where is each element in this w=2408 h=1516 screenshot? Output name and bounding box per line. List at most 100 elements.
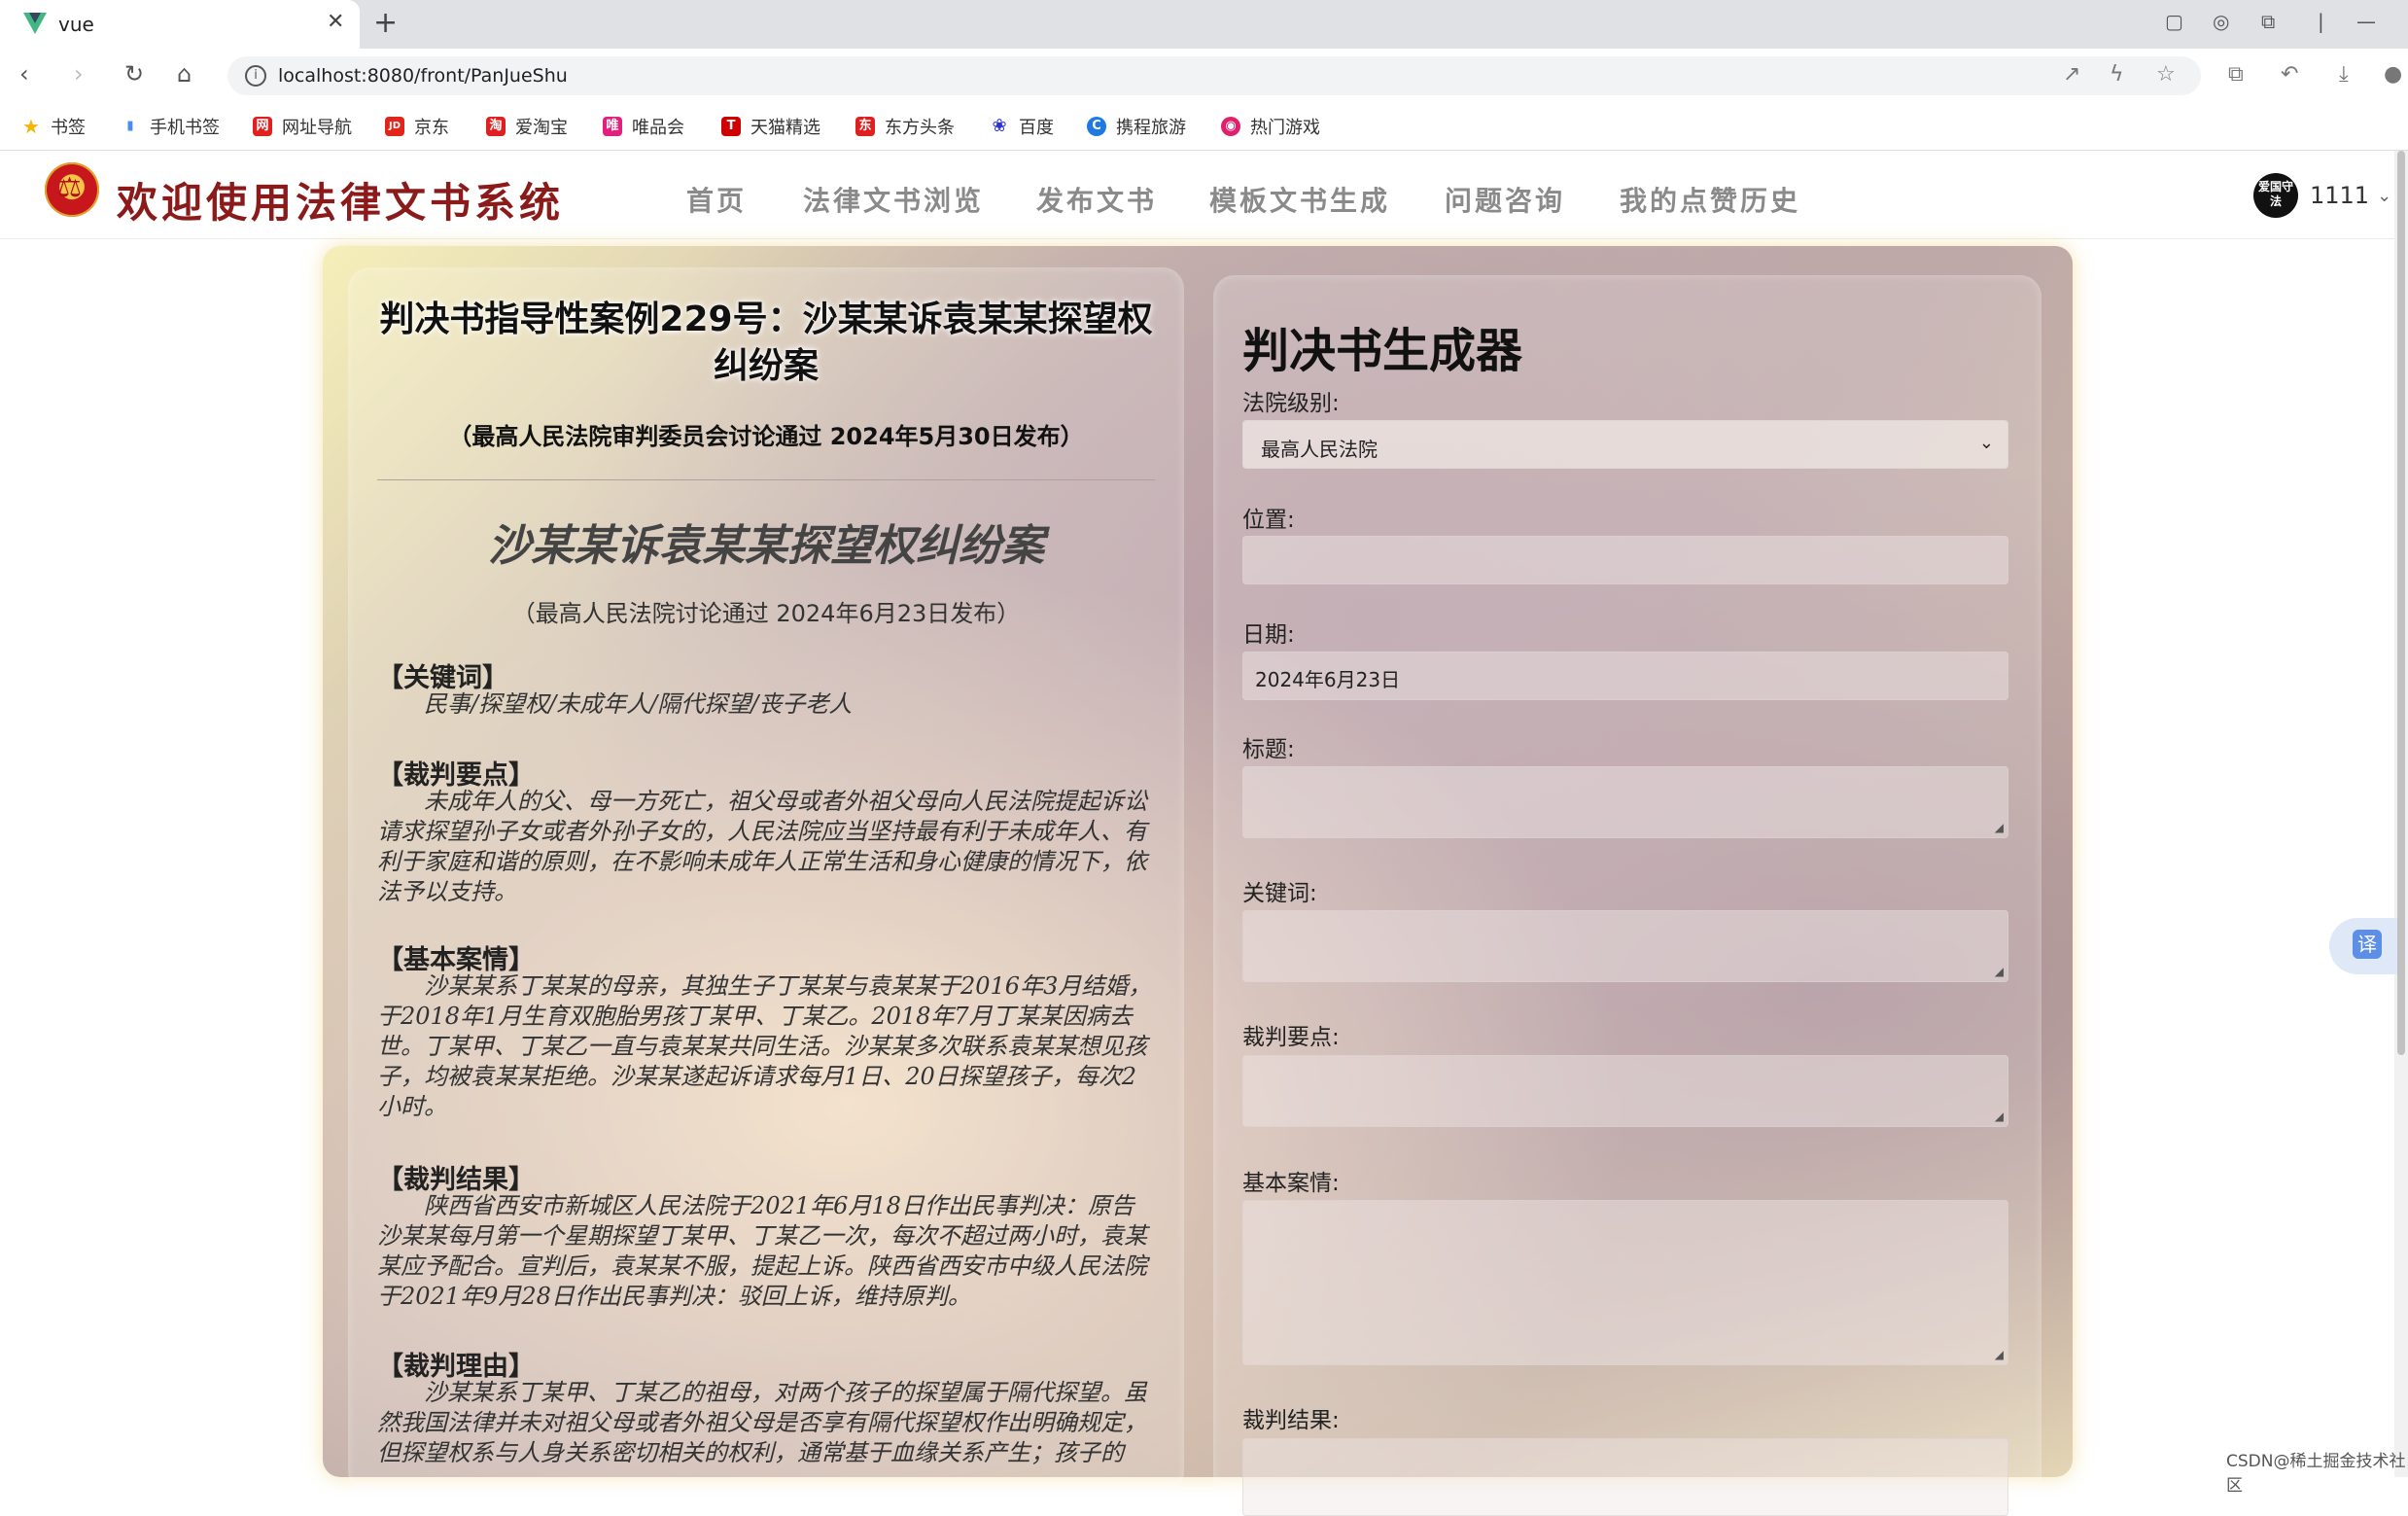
mobile-bookmark-icon: ▮ [126, 119, 134, 133]
section-text: 沙某某系丁某某的母亲，其独生子丁某某与袁某某于2016年3月结婚，于2018年1… [377, 972, 1152, 1120]
location-input[interactable] [1242, 536, 2008, 584]
bookmark-label: 携程旅游 [1116, 118, 1186, 138]
generator-title: 判决书生成器 [1242, 324, 1523, 378]
share-icon[interactable]: ↗ [2063, 62, 2080, 87]
watermark: CSDN@稀土掘金技术社区 [2226, 1452, 2406, 1496]
username[interactable]: 1111 [2310, 182, 2369, 209]
facts-textarea[interactable]: ◢ [1242, 1200, 2008, 1365]
section-text: 陕西省西安市新城区人民法院于2021年6月18日作出民事判决：原告沙某某每月第一… [377, 1192, 1147, 1310]
separator: | [2318, 10, 2324, 33]
bookmark-star-icon: ★ [22, 115, 40, 138]
reload-icon[interactable]: ↻ [124, 60, 144, 88]
section-text: 沙某某系丁某甲、丁某乙的祖母，对两个孩子的探望属于隔代探望。虽然我国法律并未对祖… [377, 1379, 1147, 1466]
lightning-icon[interactable]: ϟ [2110, 62, 2124, 87]
result-label: 裁判结果: [1242, 1408, 1340, 1433]
bookmark-label: 天猫精选 [750, 118, 820, 138]
points-label: 裁判要点: [1242, 1025, 1340, 1050]
ctrip-icon: C [1087, 117, 1106, 136]
tab-close-icon[interactable]: ✕ [327, 10, 344, 34]
keywords-label: 关键词: [1242, 881, 1317, 906]
bookmark-label: 东方头条 [885, 118, 955, 138]
main-panel: 判决书指导性案例229号：沙某某诉袁某某探望权纠纷案 （最高人民法院审判委员会讨… [323, 246, 2073, 1516]
back-icon[interactable]: ‹ [19, 60, 29, 88]
bookmark-item[interactable]: 网 网址导航 [253, 113, 352, 140]
browser-tab[interactable]: vue ✕ [0, 0, 360, 49]
bookmark-item[interactable]: 唯 唯品会 [603, 113, 684, 140]
tab-search-icon[interactable]: ▢ [2165, 10, 2183, 33]
vip-icon: 唯 [603, 117, 622, 136]
date-input[interactable]: 2024年6月23日 [1242, 652, 2008, 700]
forward-icon[interactable]: › [74, 60, 84, 88]
dongfang-icon: 东 [855, 117, 875, 136]
address-toolbar: ‹ › ↻ ⌂ i localhost:8080/front/PanJueShu… [0, 49, 2408, 103]
nav-home[interactable]: 首页 [686, 180, 747, 219]
game-icon: ◉ [1221, 117, 1240, 136]
resize-handle-icon[interactable]: ◢ [1995, 1110, 2004, 1123]
case-heading: 沙某某诉袁某某探望权纠纷案 [488, 521, 1044, 571]
jd-icon: JD [385, 117, 404, 136]
undo-icon[interactable]: ↶ [2281, 62, 2298, 87]
incognito-icon[interactable]: ◎ [2213, 10, 2229, 33]
divider [377, 479, 1155, 480]
court-level-value: 最高人民法院 [1261, 438, 1378, 461]
nav-publish[interactable]: 发布文书 [1036, 180, 1157, 219]
resize-handle-icon[interactable]: ◢ [1995, 1348, 2004, 1361]
court-level-label: 法院级别: [1242, 391, 1340, 416]
chevron-down-icon[interactable]: ⌄ [2377, 186, 2391, 206]
bookmark-item[interactable]: ▮ 手机书签 [121, 113, 220, 140]
facts-label: 基本案情: [1242, 1171, 1340, 1196]
court-level-select[interactable]: 最高人民法院 ⌄ [1242, 420, 2008, 469]
site-info-icon[interactable]: i [245, 65, 266, 87]
bookmark-label: 热门游戏 [1250, 118, 1320, 138]
keywords-textarea[interactable]: ◢ [1242, 910, 2008, 982]
bookmark-item[interactable]: ◉ 热门游戏 [1221, 113, 1320, 140]
translate-button[interactable]: 译 [2329, 918, 2397, 974]
date-label: 日期: [1242, 622, 1295, 648]
nav-template[interactable]: 模板文书生成 [1209, 180, 1390, 219]
bookmark-item[interactable]: ★ 书签 [21, 113, 86, 140]
case-card: 判决书指导性案例229号：沙某某诉袁某某探望权纠纷案 （最高人民法院审判委员会讨… [348, 267, 1184, 1493]
case-title: 判决书指导性案例229号：沙某某诉袁某某探望权纠纷案 [379, 300, 1153, 386]
extensions-icon[interactable]: ⧉ [2228, 62, 2244, 87]
scrollbar-thumb[interactable] [2397, 151, 2405, 1055]
case-published: （最高人民法院讨论通过 2024年6月23日发布） [511, 600, 1021, 627]
bookmark-label: 百度 [1019, 118, 1054, 138]
bookmark-item[interactable]: ❀ 百度 [990, 113, 1054, 140]
bookmark-label: 京东 [414, 118, 449, 138]
download-icon[interactable]: ⤓ [2339, 62, 2349, 87]
bookmarks-bar: ★ 书签 ▮ 手机书签 网 网址导航 JD 京东 淘 爱淘宝 唯 唯品会 T 天… [0, 103, 2408, 151]
case-subtitle: （最高人民法院审判委员会讨论通过 2024年5月30日发布） [448, 423, 1084, 450]
resize-handle-icon[interactable]: ◢ [1995, 965, 2004, 978]
resize-handle-icon[interactable]: ◢ [1995, 821, 2004, 834]
bookmark-item[interactable]: 东 东方头条 [855, 113, 955, 140]
result-textarea[interactable] [1242, 1438, 2008, 1516]
bookmark-label: 手机书签 [150, 118, 220, 138]
location-label: 位置: [1242, 508, 1295, 533]
minimize-icon[interactable]: — [2356, 10, 2376, 33]
avatar[interactable]: 爱国守法 [2253, 173, 2298, 218]
site-title: 欢迎使用法律文书系统 [117, 179, 565, 227]
profile-icon[interactable]: ● [2384, 62, 2402, 87]
bookmark-label: 爱淘宝 [515, 118, 568, 138]
nav-browse[interactable]: 法律文书浏览 [803, 180, 984, 219]
bookmark-item[interactable]: T 天猫精选 [721, 113, 820, 140]
nav-consult[interactable]: 问题咨询 [1445, 180, 1565, 219]
points-textarea[interactable]: ◢ [1242, 1055, 2008, 1127]
extension-icon[interactable]: ⧉ [2261, 10, 2275, 33]
bookmark-label: 书签 [51, 118, 86, 138]
nav-likes[interactable]: 我的点赞历史 [1620, 180, 1800, 219]
title-label: 标题: [1242, 737, 1295, 762]
url-text[interactable]: localhost:8080/front/PanJueShu [278, 65, 568, 87]
tmall-icon: T [721, 117, 741, 136]
home-icon[interactable]: ⌂ [177, 60, 192, 88]
bookmark-item[interactable]: 淘 爱淘宝 [486, 113, 568, 140]
bookmark-item[interactable]: JD 京东 [385, 113, 449, 140]
url-bar[interactable]: i localhost:8080/front/PanJueShu ↗ ϟ ☆ [227, 56, 2201, 95]
user-menu[interactable]: 爱国守法 1111 ⌄ [2253, 172, 2391, 219]
page-scrollbar[interactable] [2394, 151, 2408, 1477]
star-icon[interactable]: ☆ [2156, 62, 2176, 87]
new-tab-icon[interactable]: + [373, 6, 398, 40]
bookmark-item[interactable]: C 携程旅游 [1087, 113, 1186, 140]
title-textarea[interactable]: ◢ [1242, 766, 2008, 838]
section-text: 民事/探望权/未成年人/隔代探望/丧子老人 [424, 690, 853, 718]
